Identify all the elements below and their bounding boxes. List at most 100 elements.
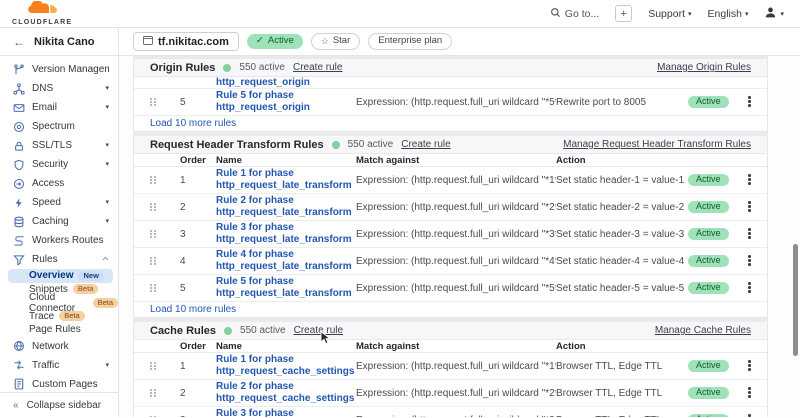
sidebar-item-label: SSL/TLS <box>32 140 98 151</box>
sidebar-item-network[interactable]: Network <box>0 337 118 356</box>
sidebar-item-rules[interactable]: Rules <box>0 250 118 269</box>
sidebar-item-traffic[interactable]: Traffic▾ <box>0 356 118 375</box>
sidebar-item-custom-pages[interactable]: Custom Pages <box>0 375 118 394</box>
sidebar-item-workers-routes[interactable]: Workers Routes <box>0 231 118 250</box>
rule-name-line2: http_request_late_transform <box>216 180 356 193</box>
rule-order: 1 <box>180 175 216 186</box>
status-dot-icon <box>223 64 231 72</box>
zone-pills: tf.nikitac.com ✓ Active ☆ Star Enterpris… <box>119 28 452 55</box>
drag-handle[interactable] <box>150 98 157 107</box>
rule-name-line1: Rule 1 for phase <box>216 354 356 367</box>
sidebar-subitem-page-rules[interactable]: Page Rules <box>0 323 118 337</box>
add-site-button[interactable]: + <box>615 5 632 22</box>
drag-handle[interactable] <box>150 362 157 371</box>
rule-name-link[interactable]: Rule 3 for phasehttp_request_late_transf… <box>216 222 356 247</box>
rule-row: 1Rule 1 for phasehttp_request_late_trans… <box>134 167 767 194</box>
manage-rules-link[interactable]: Manage Cache Rules <box>655 325 751 336</box>
drag-handle[interactable] <box>150 284 157 293</box>
rule-name-link[interactable]: Rule 1 for phasehttp_request_cache_setti… <box>216 354 356 379</box>
rule-name-line2: http_request_late_transform <box>216 207 356 220</box>
rule-order: 2 <box>180 202 216 213</box>
rule-order: 2 <box>180 388 216 399</box>
collapse-icon: « <box>13 400 19 411</box>
back-arrow-icon[interactable]: ← <box>13 35 25 49</box>
row-menu-button[interactable] <box>748 174 751 186</box>
row-menu-button[interactable] <box>748 387 751 399</box>
rule-name-link[interactable]: Rule 5 for phasehttp_request_late_transf… <box>216 276 356 301</box>
sidebar-item-speed[interactable]: Speed▾ <box>0 193 118 212</box>
mouse-cursor <box>320 331 332 350</box>
create-rule-link[interactable]: Create rule <box>401 139 450 150</box>
rules-panel: Origin Rules550 activeCreate ruleManage … <box>119 56 800 417</box>
sidebar-item-email[interactable]: Email▾ <box>0 98 118 117</box>
row-menu-button[interactable] <box>748 96 751 108</box>
active-count: 550 active <box>240 325 286 336</box>
row-menu-button[interactable] <box>748 201 751 213</box>
zone-bar: ← Nikita Cano tf.nikitac.com ✓ Active ☆ … <box>0 28 800 56</box>
sidebar-item-spectrum[interactable]: Spectrum <box>0 117 118 136</box>
rule-name-link[interactable]: Rule 2 for phasehttp_request_cache_setti… <box>216 381 356 406</box>
section-header: Origin Rules550 activeCreate ruleManage … <box>134 59 767 77</box>
rule-row: 2Rule 2 for phasehttp_request_late_trans… <box>134 194 767 221</box>
chevron-down-icon: ▾ <box>105 85 109 92</box>
cloudflare-logo[interactable]: CLOUDFLARE <box>12 1 72 26</box>
row-menu-button[interactable] <box>748 228 751 240</box>
drag-handle[interactable] <box>150 416 157 418</box>
rule-order: 3 <box>180 415 216 418</box>
sidebar-item-ssl-tls[interactable]: SSL/TLS▾ <box>0 136 118 155</box>
zone-selector[interactable]: tf.nikitac.com <box>133 32 239 51</box>
drag-handle[interactable] <box>150 176 157 185</box>
load-more-link[interactable]: Load 10 more rules <box>150 118 236 129</box>
sidebar-item-access[interactable]: Access <box>0 174 118 193</box>
drag-handle[interactable] <box>150 257 157 266</box>
chevron-down-icon: ▾ <box>105 161 109 168</box>
global-search[interactable]: Go to... <box>550 7 599 21</box>
search-label: Go to... <box>565 8 599 20</box>
rule-name-link[interactable]: Rule 3 for phasehttp_request_cache_setti… <box>216 408 356 418</box>
rule-name-link[interactable]: Rule 4 for phasehttp_request_late_transf… <box>216 249 356 274</box>
manage-rules-link[interactable]: Manage Request Header Transform Rules <box>563 139 751 150</box>
sidebar-item-version-management[interactable]: Version Management <box>0 60 118 79</box>
status-cell: Active <box>688 96 748 109</box>
sidebar-subitem-cloud-connector[interactable]: Cloud ConnectorBeta <box>0 296 118 310</box>
rule-name-link[interactable]: Rule 1 for phasehttp_request_late_transf… <box>216 168 356 193</box>
sidebar-item-caching[interactable]: Caching▾ <box>0 212 118 231</box>
network-icon <box>12 340 25 352</box>
rule-order: 5 <box>180 283 216 294</box>
rule-name-link[interactable]: http_request_origin <box>216 77 356 89</box>
drag-handle[interactable] <box>150 230 157 239</box>
rule-name-link[interactable]: Rule 2 for phasehttp_request_late_transf… <box>216 195 356 220</box>
sidebar-subitem-overview[interactable]: OverviewNew <box>8 269 113 283</box>
row-menu-button[interactable] <box>748 360 751 372</box>
rule-match-expression: Expression: (http.request.full_uri wildc… <box>356 256 556 267</box>
create-rule-link[interactable]: Create rule <box>294 325 343 336</box>
column-header-name: Name <box>216 341 356 352</box>
language-menu[interactable]: English ▾ <box>708 8 749 20</box>
support-menu[interactable]: Support ▾ <box>648 8 691 20</box>
drag-handle[interactable] <box>150 203 157 212</box>
status-badge: Active <box>688 201 729 214</box>
beta-badge: Beta <box>59 311 84 321</box>
subitem-label: Page Rules <box>29 324 81 335</box>
account-menu[interactable]: ▾ <box>764 6 784 22</box>
vertical-scrollbar[interactable] <box>793 244 798 356</box>
star-button[interactable]: ☆ Star <box>311 33 361 49</box>
create-rule-link[interactable]: Create rule <box>293 62 342 73</box>
manage-rules-link[interactable]: Manage Origin Rules <box>657 62 751 73</box>
zone-domain: tf.nikitac.com <box>158 36 229 48</box>
rule-match-expression: Expression: (http.request.full_uri wildc… <box>356 415 556 418</box>
row-menu-button[interactable] <box>748 414 751 417</box>
drag-handle[interactable] <box>150 389 157 398</box>
rule-name-line2: http_request_late_transform <box>216 288 356 301</box>
status-cell: Active <box>688 201 748 214</box>
account-header: ← Nikita Cano <box>0 28 119 55</box>
load-more-link[interactable]: Load 10 more rules <box>150 304 236 315</box>
row-menu-button[interactable] <box>748 282 751 294</box>
rule-name-link[interactable]: Rule 5 for phasehttp_request_origin <box>216 90 356 115</box>
sidebar-item-security[interactable]: Security▾ <box>0 155 118 174</box>
column-header-action: Action <box>556 155 688 166</box>
row-menu-button[interactable] <box>748 255 751 267</box>
collapse-sidebar-button[interactable]: « Collapse sidebar <box>0 392 118 417</box>
sidebar-item-dns[interactable]: DNS▾ <box>0 79 118 98</box>
sidebar-item-label: Speed <box>32 197 98 208</box>
